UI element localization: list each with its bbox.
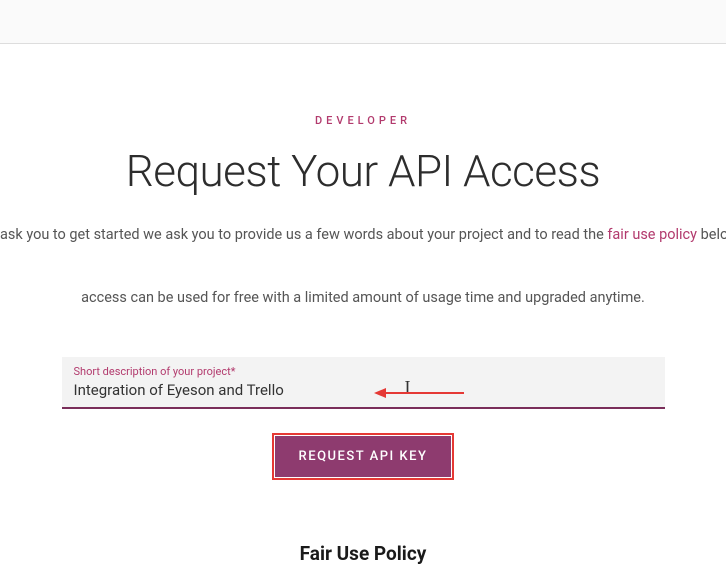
- request-button-highlight: REQUEST API KEY: [272, 433, 455, 480]
- main-content: DEVELOPER Request Your API Access ask yo…: [0, 44, 726, 565]
- fair-use-policy-link[interactable]: fair use policy: [607, 226, 697, 243]
- request-api-key-button[interactable]: REQUEST API KEY: [275, 436, 452, 477]
- top-bar: [0, 0, 726, 44]
- eyebrow-label: DEVELOPER: [0, 114, 726, 127]
- intro-text-2: access can be used for free with a limit…: [0, 286, 726, 309]
- fair-use-heading: Fair Use Policy: [0, 542, 726, 565]
- intro-text: ask you to get started we ask you to pro…: [0, 223, 726, 246]
- project-description-input[interactable]: [74, 379, 653, 399]
- project-description-field-container: Short description of your project* I: [62, 357, 665, 409]
- project-description-label: Short description of your project*: [74, 365, 653, 378]
- page-title: Request Your API Access: [0, 145, 726, 197]
- intro-pre: ask you to get started we ask you to pro…: [0, 226, 607, 243]
- intro-post: below: [697, 226, 726, 243]
